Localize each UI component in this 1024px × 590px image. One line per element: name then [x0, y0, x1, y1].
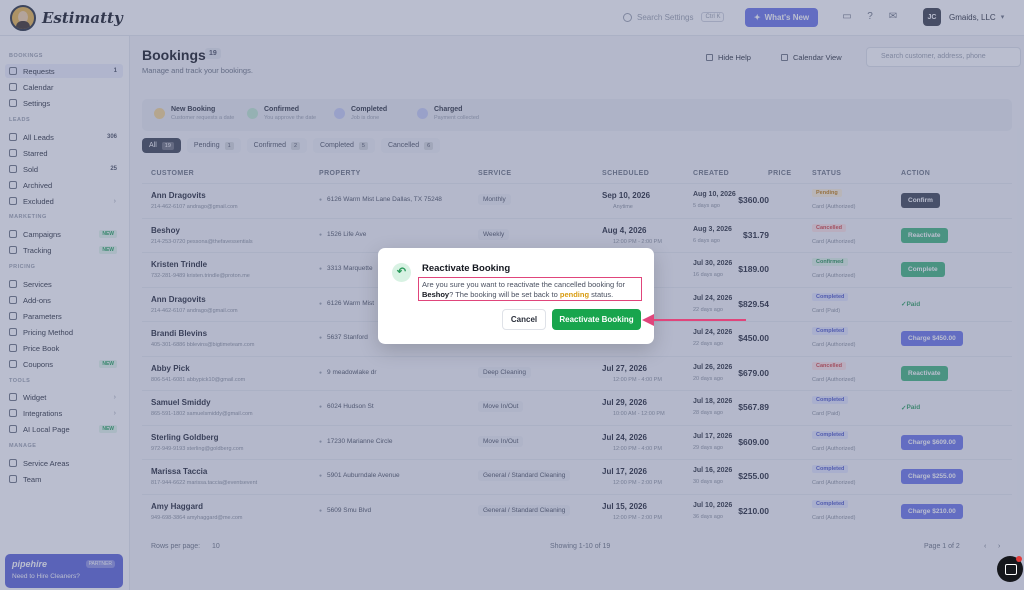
arrow-head [642, 314, 654, 326]
dialog-message-start: Are you sure you want to reactivate the … [422, 280, 626, 289]
cancel-button[interactable]: Cancel [502, 309, 546, 330]
dialog-customer-name: Beshoy [422, 290, 450, 299]
dialog-message-end: status. [591, 290, 614, 299]
dialog-status-word: pending [559, 290, 590, 299]
reactivate-booking-dialog: ↶ Reactivate Booking Are you sure you wa… [378, 248, 654, 344]
dialog-message-middle: ? The booking will be set back to [449, 290, 558, 299]
reactivate-booking-button[interactable]: Reactivate Booking [552, 309, 641, 330]
pointer-arrow [642, 314, 746, 326]
undo-icon: ↶ [392, 263, 411, 282]
dialog-message: Are you sure you want to reactivate the … [418, 277, 642, 301]
chat-notification-dot [1016, 556, 1022, 562]
dialog-title: Reactivate Booking [422, 263, 511, 274]
